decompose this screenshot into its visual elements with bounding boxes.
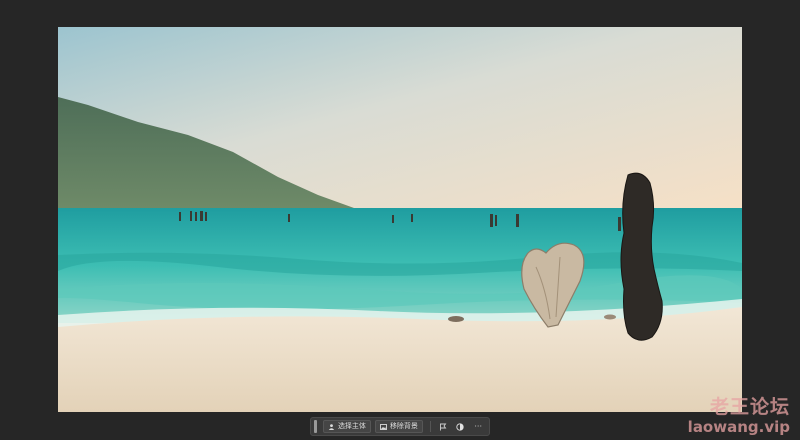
select-subject-button[interactable]: 选择主体 <box>322 420 371 433</box>
contextual-task-bar: 选择主体 移除背景 ··· <box>310 417 490 436</box>
divider <box>429 421 431 432</box>
watermark-title: 老王论坛 <box>709 396 790 418</box>
crop-flag-icon[interactable] <box>436 420 450 433</box>
remove-background-button[interactable]: 移除背景 <box>374 420 423 433</box>
remove-background-label: 移除背景 <box>389 422 418 430</box>
adjustment-icon[interactable] <box>454 420 468 433</box>
beach-photo <box>58 27 742 412</box>
select-subject-label: 选择主体 <box>337 422 366 430</box>
person-icon <box>328 423 335 430</box>
more-options-button[interactable]: ··· <box>471 420 485 433</box>
rock <box>448 316 464 322</box>
watermark: 老王论坛 laowang.vip <box>688 396 790 436</box>
image-icon <box>379 423 387 430</box>
canvas-area: 选择主体 移除背景 ··· 老王论坛 laowang.vip <box>0 0 800 440</box>
watermark-url: laowang.vip <box>687 418 790 436</box>
drag-handle[interactable] <box>314 420 317 433</box>
document-canvas-image[interactable] <box>58 27 742 412</box>
